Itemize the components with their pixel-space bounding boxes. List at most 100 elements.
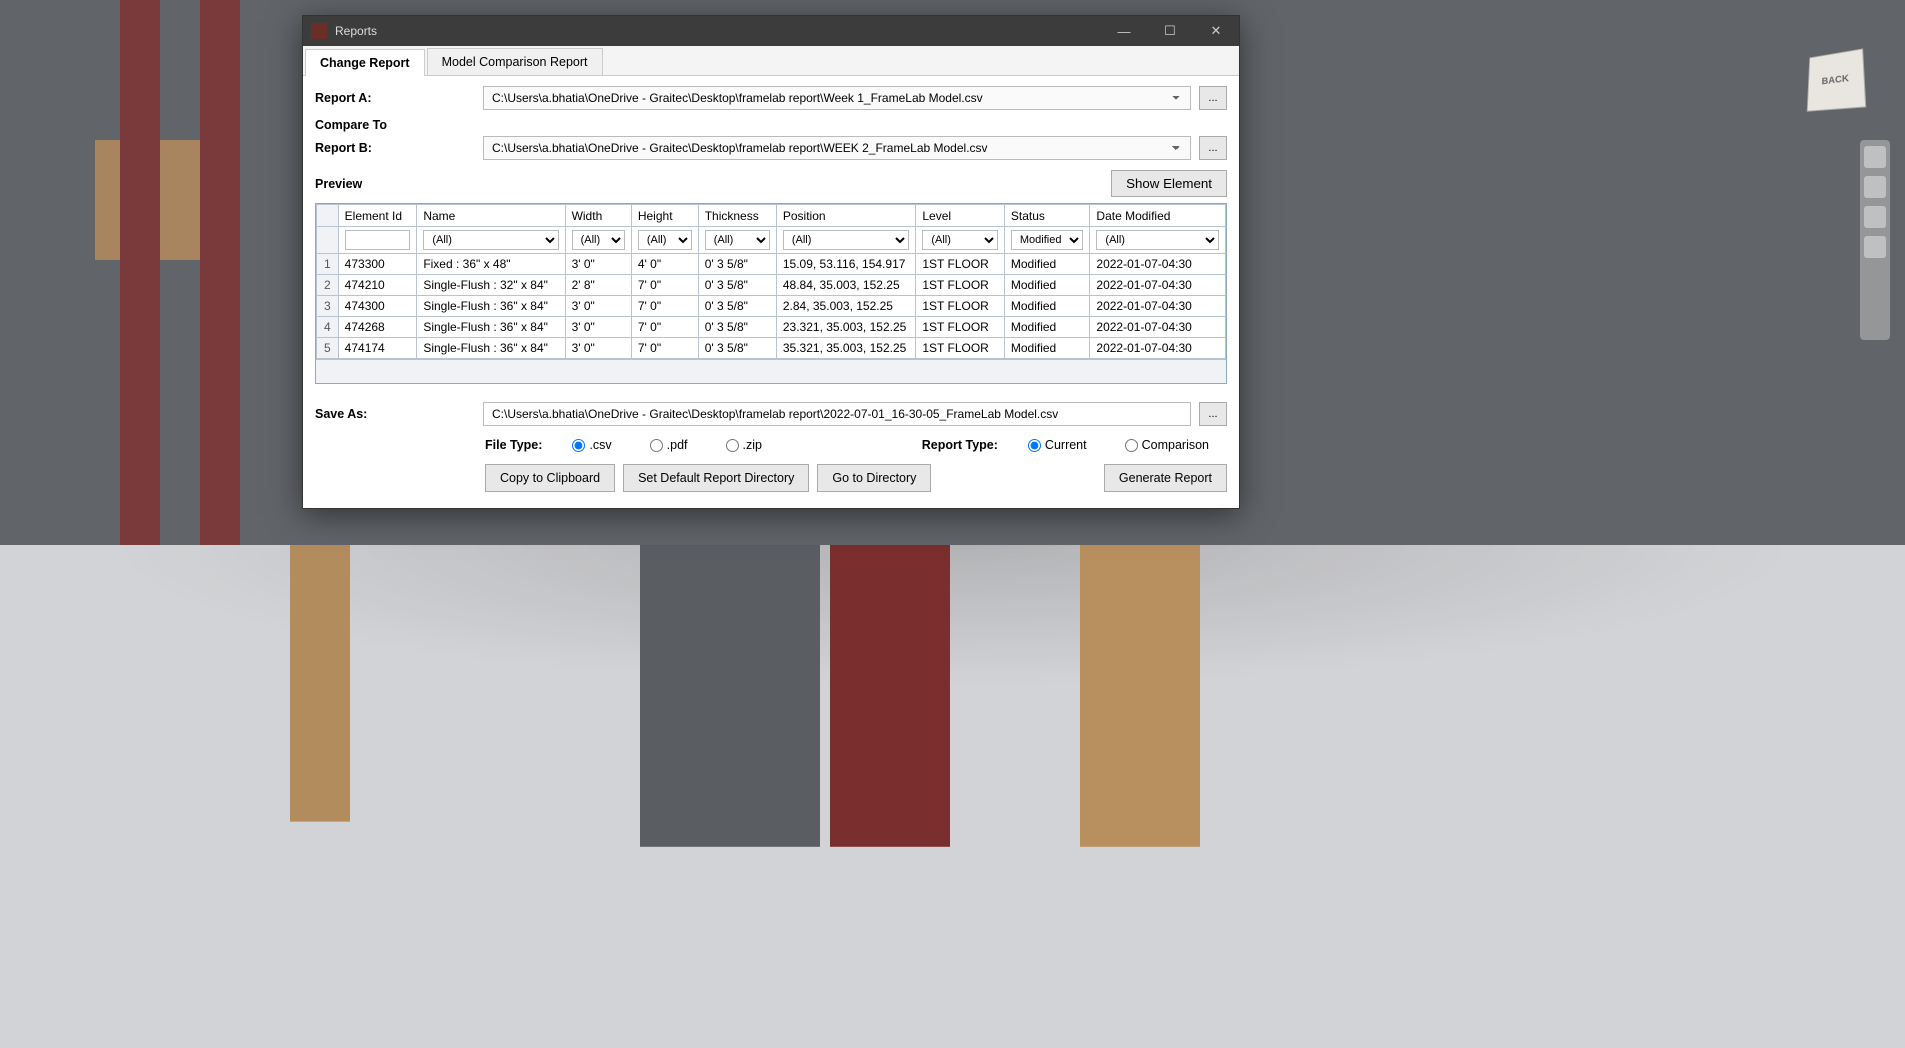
cell-width[interactable]: 3' 0" bbox=[565, 254, 631, 275]
col-status[interactable]: Status bbox=[1004, 205, 1090, 227]
filter-height[interactable]: (All) bbox=[638, 230, 692, 250]
viewcube[interactable]: BACK bbox=[1807, 48, 1867, 111]
cell-thickness[interactable]: 0' 3 5/8" bbox=[698, 338, 776, 359]
cell-width[interactable]: 3' 0" bbox=[565, 296, 631, 317]
generate-report-button[interactable]: Generate Report bbox=[1104, 464, 1227, 492]
col-width[interactable]: Width bbox=[565, 205, 631, 227]
cell-status[interactable]: Modified bbox=[1004, 296, 1090, 317]
filetype-pdf-radio[interactable]: .pdf bbox=[650, 438, 688, 452]
cell-element-id[interactable]: 474210 bbox=[338, 275, 417, 296]
cell-status[interactable]: Modified bbox=[1004, 338, 1090, 359]
table-row[interactable]: 3474300Single-Flush : 36" x 84"3' 0"7' 0… bbox=[317, 296, 1226, 317]
filter-date[interactable]: (All) bbox=[1096, 230, 1219, 250]
cell-date[interactable]: 2022-01-07-04:30 bbox=[1090, 254, 1226, 275]
show-element-button[interactable]: Show Element bbox=[1111, 170, 1227, 197]
filetype-csv-radio[interactable]: .csv bbox=[572, 438, 611, 452]
tab-change-report[interactable]: Change Report bbox=[305, 49, 425, 76]
table-row[interactable]: 2474210Single-Flush : 32" x 84"2' 8"7' 0… bbox=[317, 275, 1226, 296]
cell-thickness[interactable]: 0' 3 5/8" bbox=[698, 317, 776, 338]
cell-element-id[interactable]: 474174 bbox=[338, 338, 417, 359]
col-level[interactable]: Level bbox=[916, 205, 1005, 227]
cell-position[interactable]: 35.321, 35.003, 152.25 bbox=[776, 338, 916, 359]
maximize-button[interactable]: ☐ bbox=[1147, 16, 1193, 46]
filter-width[interactable]: (All) bbox=[572, 230, 625, 250]
cell-thickness[interactable]: 0' 3 5/8" bbox=[698, 254, 776, 275]
save-as-path[interactable] bbox=[483, 402, 1191, 426]
navigation-bar[interactable] bbox=[1860, 140, 1890, 340]
cell-position[interactable]: 23.321, 35.003, 152.25 bbox=[776, 317, 916, 338]
nav-tool-icon[interactable] bbox=[1864, 206, 1886, 228]
filter-level[interactable]: (All) bbox=[922, 230, 998, 250]
cell-height[interactable]: 4' 0" bbox=[631, 254, 698, 275]
cell-date[interactable]: 2022-01-07-04:30 bbox=[1090, 275, 1226, 296]
file-type-label: File Type: bbox=[485, 438, 542, 452]
browse-save-as-button[interactable]: ... bbox=[1199, 402, 1227, 426]
cell-status[interactable]: Modified bbox=[1004, 275, 1090, 296]
filter-name[interactable]: (All) bbox=[423, 230, 558, 250]
set-default-directory-button[interactable]: Set Default Report Directory bbox=[623, 464, 809, 492]
cell-name[interactable]: Single-Flush : 36" x 84" bbox=[417, 338, 565, 359]
cell-height[interactable]: 7' 0" bbox=[631, 275, 698, 296]
cell-level[interactable]: 1ST FLOOR bbox=[916, 338, 1005, 359]
table-row[interactable]: 4474268Single-Flush : 36" x 84"3' 0"7' 0… bbox=[317, 317, 1226, 338]
col-date-modified[interactable]: Date Modified bbox=[1090, 205, 1226, 227]
tab-model-comparison[interactable]: Model Comparison Report bbox=[427, 48, 603, 75]
copy-to-clipboard-button[interactable]: Copy to Clipboard bbox=[485, 464, 615, 492]
reporttype-comparison-radio[interactable]: Comparison bbox=[1125, 438, 1209, 452]
filter-status[interactable]: Modified bbox=[1011, 230, 1084, 250]
cell-thickness[interactable]: 0' 3 5/8" bbox=[698, 296, 776, 317]
nav-tool-icon[interactable] bbox=[1864, 146, 1886, 168]
cell-level[interactable]: 1ST FLOOR bbox=[916, 254, 1005, 275]
report-a-label: Report A: bbox=[315, 91, 475, 105]
cell-position[interactable]: 15.09, 53.116, 154.917 bbox=[776, 254, 916, 275]
cell-height[interactable]: 7' 0" bbox=[631, 317, 698, 338]
col-height[interactable]: Height bbox=[631, 205, 698, 227]
col-thickness[interactable]: Thickness bbox=[698, 205, 776, 227]
titlebar[interactable]: Reports — ☐ ✕ bbox=[303, 16, 1239, 46]
cell-level[interactable]: 1ST FLOOR bbox=[916, 296, 1005, 317]
close-button[interactable]: ✕ bbox=[1193, 16, 1239, 46]
cell-width[interactable]: 2' 8" bbox=[565, 275, 631, 296]
row-number: 1 bbox=[317, 254, 339, 275]
filter-position[interactable]: (All) bbox=[783, 230, 910, 250]
cell-date[interactable]: 2022-01-07-04:30 bbox=[1090, 338, 1226, 359]
cell-position[interactable]: 48.84, 35.003, 152.25 bbox=[776, 275, 916, 296]
preview-grid[interactable]: Element Id Name Width Height Thickness P… bbox=[315, 203, 1227, 384]
cell-name[interactable]: Single-Flush : 36" x 84" bbox=[417, 296, 565, 317]
cell-name[interactable]: Fixed : 36" x 48" bbox=[417, 254, 565, 275]
cell-height[interactable]: 7' 0" bbox=[631, 296, 698, 317]
col-name[interactable]: Name bbox=[417, 205, 565, 227]
cell-level[interactable]: 1ST FLOOR bbox=[916, 317, 1005, 338]
minimize-button[interactable]: — bbox=[1101, 16, 1147, 46]
filter-element-id[interactable] bbox=[345, 230, 411, 250]
cell-element-id[interactable]: 474268 bbox=[338, 317, 417, 338]
cell-position[interactable]: 2.84, 35.003, 152.25 bbox=[776, 296, 916, 317]
col-element-id[interactable]: Element Id bbox=[338, 205, 417, 227]
cell-status[interactable]: Modified bbox=[1004, 317, 1090, 338]
cell-status[interactable]: Modified bbox=[1004, 254, 1090, 275]
cell-level[interactable]: 1ST FLOOR bbox=[916, 275, 1005, 296]
cell-width[interactable]: 3' 0" bbox=[565, 338, 631, 359]
filter-thickness[interactable]: (All) bbox=[705, 230, 770, 250]
report-b-path[interactable] bbox=[483, 136, 1191, 160]
cell-element-id[interactable]: 473300 bbox=[338, 254, 417, 275]
table-row[interactable]: 5474174Single-Flush : 36" x 84"3' 0"7' 0… bbox=[317, 338, 1226, 359]
filetype-zip-radio[interactable]: .zip bbox=[726, 438, 762, 452]
cell-name[interactable]: Single-Flush : 32" x 84" bbox=[417, 275, 565, 296]
reporttype-current-radio[interactable]: Current bbox=[1028, 438, 1087, 452]
col-position[interactable]: Position bbox=[776, 205, 916, 227]
cell-date[interactable]: 2022-01-07-04:30 bbox=[1090, 317, 1226, 338]
nav-tool-icon[interactable] bbox=[1864, 236, 1886, 258]
cell-height[interactable]: 7' 0" bbox=[631, 338, 698, 359]
cell-width[interactable]: 3' 0" bbox=[565, 317, 631, 338]
report-a-path[interactable] bbox=[483, 86, 1191, 110]
cell-name[interactable]: Single-Flush : 36" x 84" bbox=[417, 317, 565, 338]
cell-date[interactable]: 2022-01-07-04:30 bbox=[1090, 296, 1226, 317]
cell-element-id[interactable]: 474300 bbox=[338, 296, 417, 317]
go-to-directory-button[interactable]: Go to Directory bbox=[817, 464, 931, 492]
browse-report-a-button[interactable]: ... bbox=[1199, 86, 1227, 110]
cell-thickness[interactable]: 0' 3 5/8" bbox=[698, 275, 776, 296]
browse-report-b-button[interactable]: ... bbox=[1199, 136, 1227, 160]
nav-tool-icon[interactable] bbox=[1864, 176, 1886, 198]
table-row[interactable]: 1473300Fixed : 36" x 48"3' 0"4' 0"0' 3 5… bbox=[317, 254, 1226, 275]
